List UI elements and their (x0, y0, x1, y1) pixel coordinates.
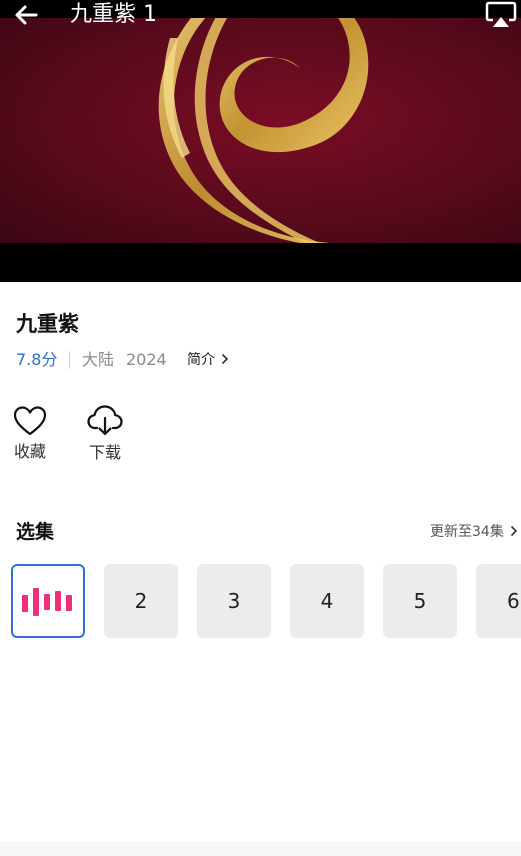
episode-item-3[interactable]: 3 (197, 564, 271, 638)
favorite-label: 收藏 (13, 442, 46, 461)
player-top-bar: 九重紫 1 (0, 0, 521, 32)
episode-item-1[interactable] (11, 564, 85, 638)
chevron-right-icon (510, 522, 518, 537)
episodes-title: 选集 (16, 521, 55, 543)
show-title: 九重紫 (16, 312, 79, 336)
episode-item-6[interactable]: 6 (476, 564, 521, 638)
equalizer-icon (22, 588, 72, 616)
episodes-update-label: 更新至34集 (430, 524, 504, 540)
episode-item-2[interactable]: 2 (104, 564, 178, 638)
download-button[interactable]: 下载 (80, 404, 130, 464)
show-year: 2024 (126, 350, 167, 369)
video-title: 九重紫 1 (70, 2, 157, 27)
arrow-left-icon[interactable] (10, 0, 42, 30)
episode-item-5[interactable]: 5 (383, 564, 457, 638)
airplay-icon[interactable] (484, 0, 518, 30)
download-label: 下载 (88, 443, 121, 462)
video-player[interactable]: 九重紫 1 (0, 0, 521, 282)
video-artwork (158, 18, 369, 243)
show-score: 7.8分 (16, 350, 58, 369)
video-frame[interactable] (0, 18, 521, 243)
heart-icon (13, 406, 47, 436)
intro-label: 简介 (187, 352, 215, 368)
show-region: 大陆 (82, 350, 115, 369)
cloud-download-icon (87, 405, 123, 436)
meta-divider (69, 351, 70, 369)
favorite-button[interactable]: 收藏 (5, 405, 55, 463)
chevron-right-icon (221, 350, 229, 365)
intro-link[interactable]: 简介 (187, 349, 229, 371)
episodes-more-link[interactable]: 更新至34集 (430, 521, 518, 543)
episode-item-4[interactable]: 4 (290, 564, 364, 638)
bottom-bar (0, 842, 521, 856)
